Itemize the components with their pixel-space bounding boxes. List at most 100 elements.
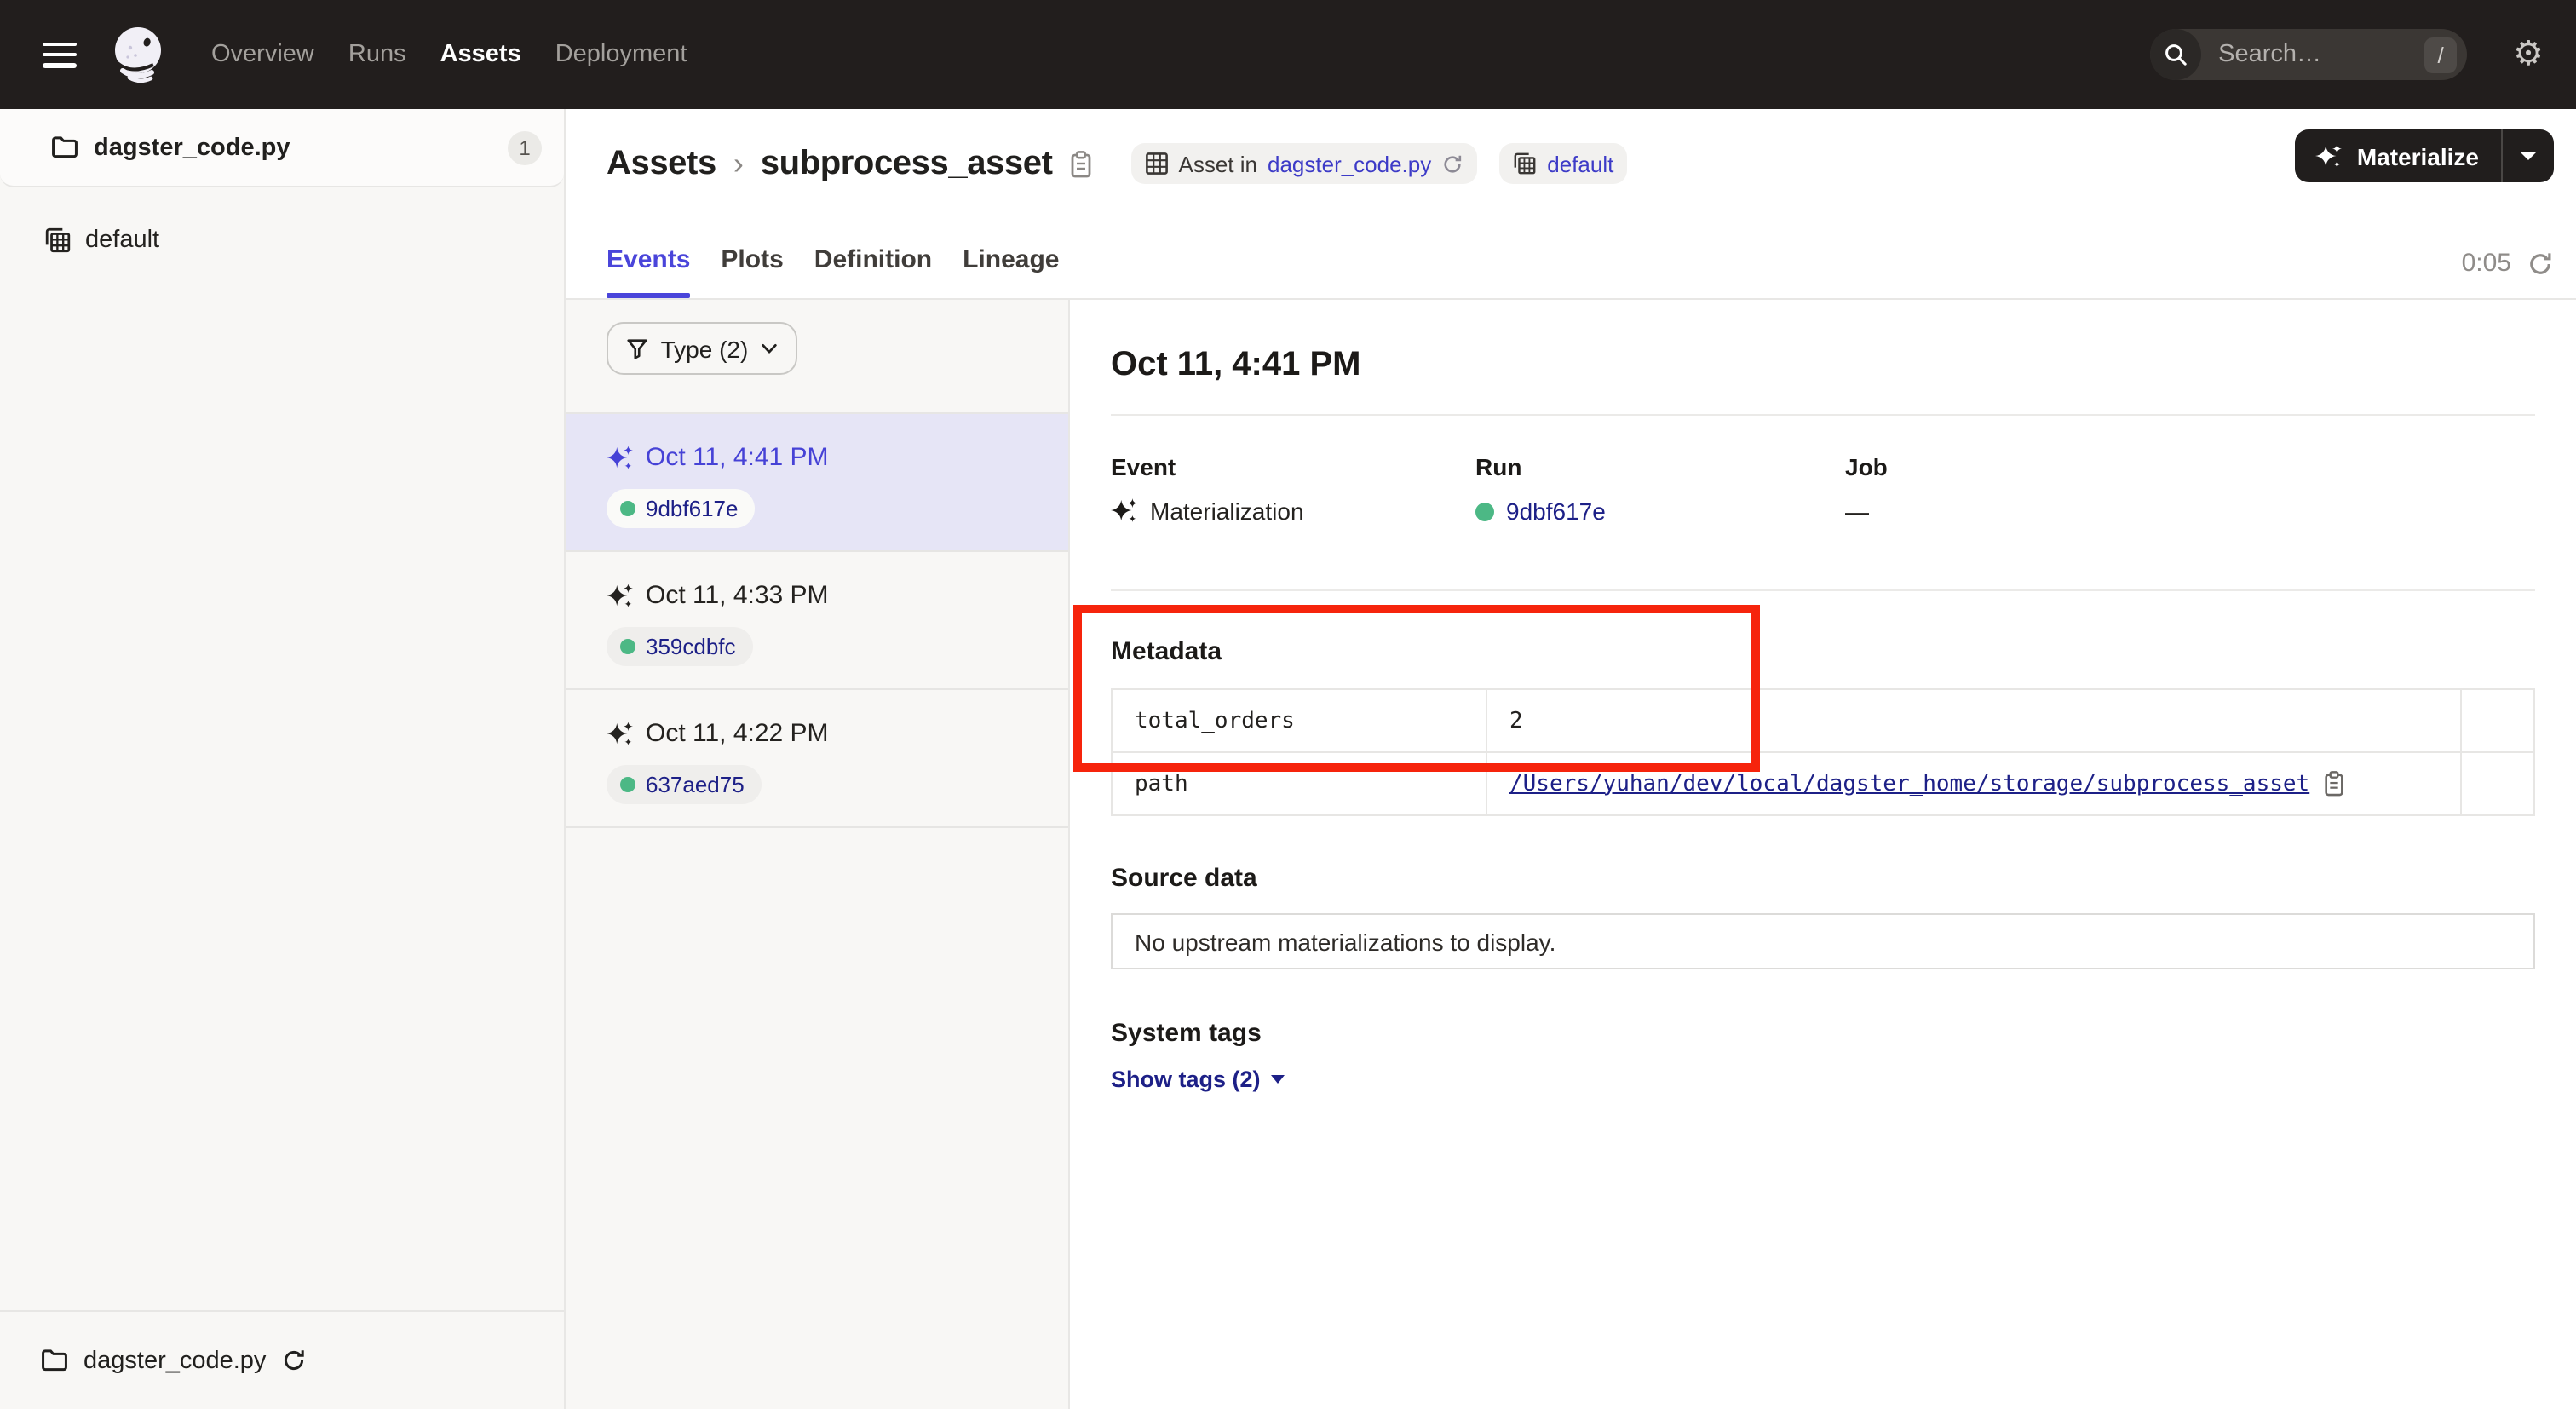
materialize-button[interactable]: Materialize xyxy=(2296,129,2501,182)
search-shortcut-key: / xyxy=(2424,37,2457,72)
metadata-spacer-cell xyxy=(2461,689,2534,752)
funnel-icon xyxy=(625,336,649,360)
tab-events[interactable]: Events xyxy=(607,220,690,298)
nav-link-deployment[interactable]: Deployment xyxy=(555,41,687,68)
run-column-value: 9dbf617e xyxy=(1475,497,1845,525)
settings-gear-icon[interactable]: ⚙ xyxy=(2513,37,2544,72)
menu-icon[interactable] xyxy=(43,42,77,67)
breadcrumb-assets[interactable]: Assets xyxy=(607,144,716,183)
type-filter-button[interactable]: Type (2) xyxy=(607,322,797,375)
job-column: Job — xyxy=(1845,453,1888,525)
event-list-item[interactable]: Oct 11, 4:41 PM 9dbf617e xyxy=(566,414,1068,552)
breadcrumb-separator: › xyxy=(733,146,744,181)
asset-group-icon xyxy=(44,227,72,254)
page-title: subprocess_asset xyxy=(761,144,1053,183)
caret-down-icon xyxy=(1271,1075,1285,1084)
asset-group-icon xyxy=(1513,152,1537,175)
filter-label: Type (2) xyxy=(661,335,749,362)
folder-icon xyxy=(41,1348,68,1373)
tab-lineage[interactable]: Lineage xyxy=(963,220,1059,298)
event-column: Event Materialization xyxy=(1111,453,1475,525)
run-status-dot xyxy=(620,639,635,654)
group-link[interactable]: default xyxy=(1547,151,1613,176)
workspace-grid-icon xyxy=(1145,152,1169,175)
nav-link-runs[interactable]: Runs xyxy=(348,41,406,68)
event-summary-columns: Event Materialization Run 9dbf617e xyxy=(1111,453,2535,525)
content-split: Type (2) Oct 11, 4:41 PM 9dbf617e xyxy=(566,300,2576,1409)
search-bar[interactable]: / xyxy=(2150,29,2467,80)
timer-countdown: 0:05 xyxy=(2462,249,2511,278)
reload-icon[interactable] xyxy=(281,1348,307,1373)
run-id-pill[interactable]: 9dbf617e xyxy=(607,489,755,528)
metadata-value: /Users/yuhan/dev/local/dagster_home/stor… xyxy=(1486,752,2461,815)
run-id-link[interactable]: 637aed75 xyxy=(646,772,745,797)
top-nav: Overview Runs Assets Deployment / ⚙ xyxy=(0,0,2576,109)
sidebar-item-default-group[interactable]: default xyxy=(0,210,564,271)
run-id-link[interactable]: 359cdbfc xyxy=(646,634,736,659)
run-column: Run 9dbf617e xyxy=(1475,453,1845,525)
breadcrumb: Assets › subprocess_asset Asset in dagst… xyxy=(607,138,1627,189)
path-link[interactable]: /Users/yuhan/dev/local/dagster_home/stor… xyxy=(1509,771,2309,797)
metadata-key: total_orders xyxy=(1112,689,1486,752)
event-detail-pane: Oct 11, 4:41 PM Event Materialization Ru… xyxy=(1070,300,2576,1409)
event-column-label: Event xyxy=(1111,453,1475,480)
event-date: Oct 11, 4:22 PM xyxy=(607,719,1068,748)
copy-asset-name-icon[interactable] xyxy=(1068,149,1094,178)
run-status-dot xyxy=(620,777,635,792)
metadata-key: path xyxy=(1112,752,1486,815)
event-list-item[interactable]: Oct 11, 4:22 PM 637aed75 xyxy=(566,690,1068,828)
asset-location-tag[interactable]: Asset in dagster_code.py xyxy=(1131,143,1478,184)
page-header: Assets › subprocess_asset Asset in dagst… xyxy=(566,109,2576,300)
materialization-sparkle-icon xyxy=(607,444,634,471)
footer-file-label: dagster_code.py xyxy=(83,1347,266,1374)
folder-icon xyxy=(51,135,78,160)
run-id-link[interactable]: 9dbf617e xyxy=(646,496,738,521)
refresh-timer: 0:05 xyxy=(2462,249,2554,278)
filter-area: Type (2) xyxy=(566,322,1068,414)
event-date-label: Oct 11, 4:22 PM xyxy=(646,719,829,748)
asset-group-tag[interactable]: default xyxy=(1499,143,1627,184)
event-date: Oct 11, 4:41 PM xyxy=(607,443,1068,472)
run-id-pill[interactable]: 637aed75 xyxy=(607,765,762,804)
tab-plots[interactable]: Plots xyxy=(721,220,783,298)
primary-nav: Overview Runs Assets Deployment xyxy=(211,41,687,68)
source-data-heading: Source data xyxy=(1111,864,2535,893)
materialization-sparkle-icon xyxy=(1111,497,1138,525)
run-status-dot xyxy=(620,501,635,516)
metadata-table: total_orders 2 path /Users/yuhan/dev/loc… xyxy=(1111,688,2535,816)
job-column-label: Job xyxy=(1845,453,1888,480)
tab-definition[interactable]: Definition xyxy=(814,220,932,298)
sidebar-code-location-row[interactable]: dagster_code.py 1 xyxy=(0,109,564,187)
materialize-dropdown-button[interactable] xyxy=(2503,129,2554,182)
nav-link-overview[interactable]: Overview xyxy=(211,41,314,68)
reload-icon[interactable] xyxy=(1441,152,1463,175)
event-column-value: Materialization xyxy=(1111,497,1475,525)
asset-tabs: Events Plots Definition Lineage xyxy=(607,220,1059,298)
event-date-label: Oct 11, 4:33 PM xyxy=(646,581,829,610)
search-input[interactable] xyxy=(2201,41,2424,68)
nav-link-assets[interactable]: Assets xyxy=(440,41,521,68)
copy-path-icon[interactable] xyxy=(2321,770,2345,797)
show-tags-toggle[interactable]: Show tags (2) xyxy=(1111,1067,1285,1092)
materialize-label: Materialize xyxy=(2357,142,2479,170)
run-id-pill[interactable]: 359cdbfc xyxy=(607,627,753,666)
event-detail-title: Oct 11, 4:41 PM xyxy=(1111,346,2535,385)
search-icon xyxy=(2150,29,2201,80)
sparkle-icon xyxy=(2316,142,2343,170)
metadata-spacer-cell xyxy=(2461,752,2534,815)
sidebar-footer-row[interactable]: dagster_code.py xyxy=(0,1310,564,1409)
run-id-link[interactable]: 9dbf617e xyxy=(1506,497,1606,525)
caret-down-icon xyxy=(2520,152,2537,160)
events-list-panel: Type (2) Oct 11, 4:41 PM 9dbf617e xyxy=(566,300,1070,1409)
group-label: default xyxy=(85,227,159,254)
refresh-icon[interactable] xyxy=(2527,250,2554,277)
metadata-row: path /Users/yuhan/dev/local/dagster_home… xyxy=(1112,752,2534,815)
code-location-link[interactable]: dagster_code.py xyxy=(1268,151,1431,176)
metadata-heading: Metadata xyxy=(1111,637,2535,666)
app-root: Overview Runs Assets Deployment / ⚙ dags… xyxy=(0,0,2576,1409)
event-list-item[interactable]: Oct 11, 4:33 PM 359cdbfc xyxy=(566,552,1068,690)
divider xyxy=(1111,414,2535,416)
event-date-label: Oct 11, 4:41 PM xyxy=(646,443,829,472)
metadata-row: total_orders 2 xyxy=(1112,689,2534,752)
dagster-logo-icon[interactable] xyxy=(106,22,170,87)
